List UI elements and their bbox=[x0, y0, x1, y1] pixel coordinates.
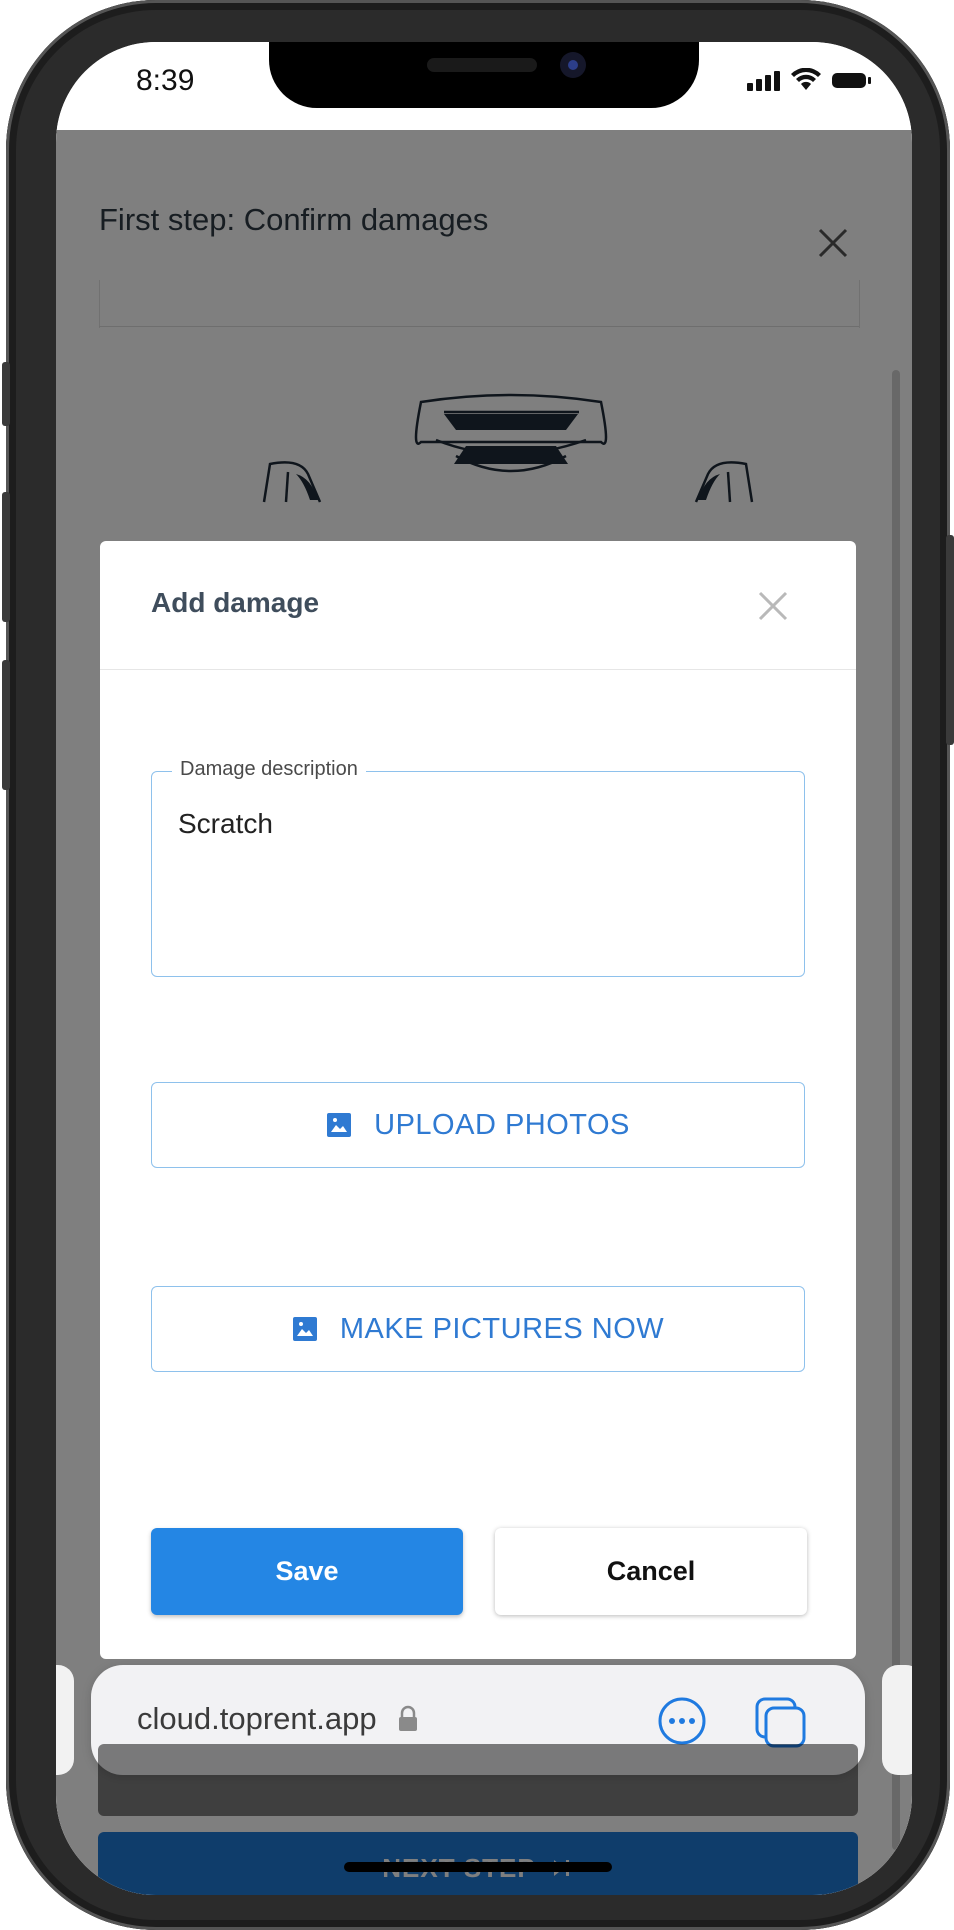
next-tab-card[interactable] bbox=[882, 1665, 912, 1775]
home-indicator[interactable] bbox=[344, 1862, 612, 1872]
mute-switch bbox=[2, 362, 10, 426]
status-bar: 8:39 bbox=[56, 42, 912, 130]
volume-down-button bbox=[2, 660, 10, 790]
screen: First step: Confirm damages bbox=[56, 42, 912, 1895]
image-icon bbox=[327, 1113, 352, 1137]
url-text[interactable]: cloud.toprent.app bbox=[137, 1701, 377, 1737]
volume-up-button bbox=[2, 492, 10, 622]
save-button[interactable]: Save bbox=[151, 1528, 463, 1615]
speaker bbox=[427, 58, 537, 72]
previous-tab-card[interactable] bbox=[56, 1665, 74, 1775]
dialog-title: Add damage bbox=[151, 587, 320, 618]
status-icons bbox=[747, 68, 871, 92]
add-damage-dialog: Add damage Damage description Scratch UP… bbox=[100, 541, 856, 1659]
upload-photos-button[interactable]: UPLOAD PHOTOS bbox=[151, 1082, 805, 1168]
wifi-icon bbox=[791, 68, 821, 90]
tabs-icon[interactable] bbox=[754, 1696, 808, 1750]
lock-icon bbox=[399, 1705, 417, 1731]
damage-description-field[interactable]: Damage description Scratch bbox=[151, 758, 805, 977]
dialog-header: Add damage bbox=[100, 541, 856, 670]
front-camera bbox=[560, 52, 586, 78]
status-time: 8:39 bbox=[136, 64, 195, 97]
page: First step: Confirm damages bbox=[56, 130, 912, 1895]
field-label: Damage description bbox=[172, 758, 366, 781]
signal-icon bbox=[747, 69, 780, 91]
notch bbox=[269, 42, 699, 108]
more-icon[interactable] bbox=[657, 1696, 707, 1746]
power-button bbox=[946, 535, 954, 745]
close-icon[interactable] bbox=[756, 589, 790, 623]
phone-frame: First step: Confirm damages bbox=[2, 0, 954, 1930]
battery-icon bbox=[832, 72, 871, 88]
damage-description-input[interactable]: Scratch bbox=[178, 808, 273, 840]
upload-photos-label: UPLOAD PHOTOS bbox=[374, 1108, 630, 1141]
image-icon bbox=[292, 1317, 317, 1341]
cancel-button[interactable]: Cancel bbox=[495, 1528, 807, 1615]
make-pictures-now-button[interactable]: MAKE PICTURES NOW bbox=[151, 1286, 805, 1372]
make-pictures-now-label: MAKE PICTURES NOW bbox=[339, 1312, 665, 1345]
next-step-dim bbox=[98, 1744, 858, 1816]
